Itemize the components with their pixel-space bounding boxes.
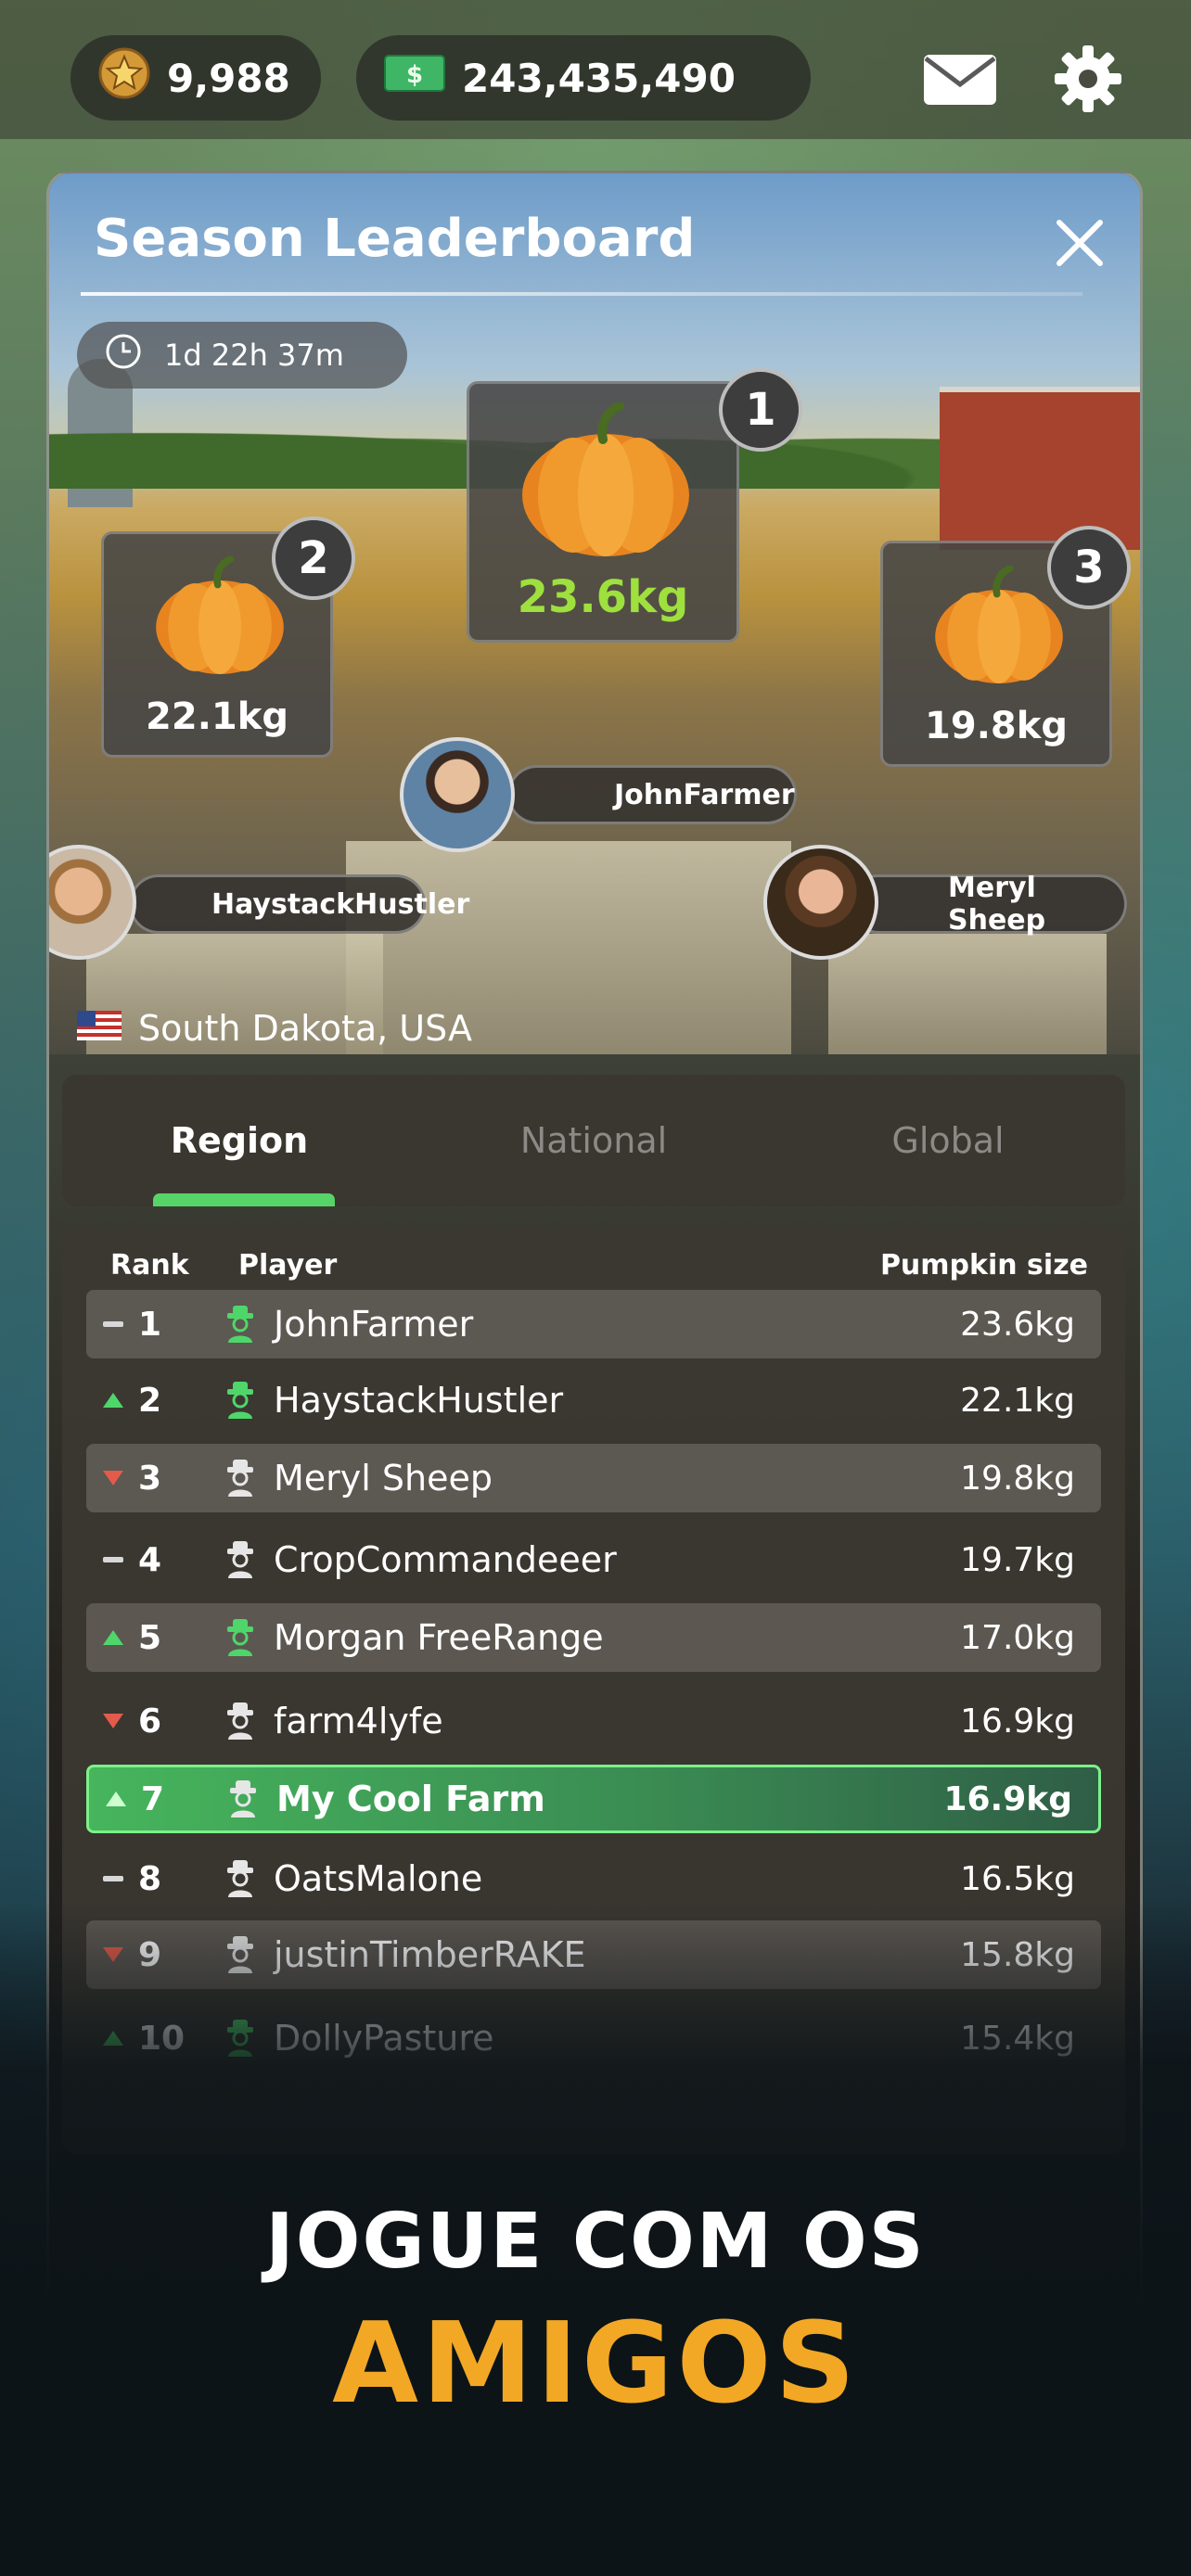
- active-tab-indicator: [153, 1193, 335, 1206]
- trend-same-icon: [101, 1876, 125, 1881]
- row-size: 23.6kg: [960, 1305, 1075, 1344]
- podium-weight: 22.1kg: [146, 695, 288, 738]
- pumpkin-icon: [522, 402, 689, 556]
- location-text: South Dakota, USA: [138, 1008, 472, 1049]
- farmer-icon: [222, 1619, 259, 1656]
- row-size: 16.9kg: [943, 1779, 1072, 1818]
- row-rank: 4: [138, 1540, 162, 1579]
- tab-label: National: [519, 1120, 668, 1161]
- farmer-icon: [222, 1702, 259, 1740]
- row-player: farm4lyfe: [274, 1701, 443, 1741]
- pumpkin-icon: [156, 556, 284, 674]
- page-title: Season Leaderboard: [94, 209, 696, 269]
- table-row[interactable]: 3 Meryl Sheep 19.8kg: [86, 1444, 1101, 1512]
- row-size: 17.0kg: [960, 1618, 1075, 1657]
- avatar[interactable]: [763, 845, 878, 960]
- coins-value: 9,988: [167, 55, 290, 101]
- scope-tabs: Region National Global: [62, 1075, 1125, 1206]
- podium-name-2[interactable]: HaystackHustler: [129, 874, 469, 934]
- header-rank: Rank: [110, 1249, 189, 1282]
- row-rank: 6: [138, 1702, 162, 1741]
- title-divider: [81, 292, 1082, 296]
- trend-down-icon: [101, 1471, 125, 1486]
- rank-badge-3: 3: [1047, 526, 1131, 609]
- pumpkin-icon: [935, 566, 1063, 683]
- row-player: My Cool Farm: [276, 1779, 545, 1819]
- row-player: Morgan FreeRange: [274, 1617, 604, 1658]
- promo-headline: JOGUE COM OS: [265, 2198, 926, 2286]
- trend-down-icon: [101, 1714, 125, 1728]
- farmer-icon: [222, 1460, 259, 1497]
- farmer-icon: [222, 1541, 259, 1578]
- tab-national[interactable]: National: [416, 1075, 771, 1206]
- rank-badge-2: 2: [272, 516, 355, 600]
- row-rank: 5: [138, 1618, 162, 1657]
- row-player: CropCommandeeer: [274, 1539, 617, 1580]
- close-icon[interactable]: [1047, 210, 1112, 275]
- header-player: Player: [238, 1249, 338, 1282]
- podium-player-name: HaystackHustler: [211, 887, 470, 921]
- trend-up-icon: [104, 1792, 128, 1806]
- svg-text:$: $: [406, 61, 423, 89]
- trend-up-icon: [101, 1630, 125, 1645]
- row-size: 16.9kg: [960, 1702, 1075, 1741]
- row-player: HaystackHustler: [274, 1380, 564, 1421]
- farmer-icon: [222, 1860, 259, 1897]
- tab-label: Region: [170, 1120, 309, 1161]
- timer-value: 1d 22h 37m: [164, 338, 344, 373]
- podium-player-name: JohnFarmer: [614, 778, 795, 811]
- podium-weight: 19.8kg: [925, 705, 1068, 747]
- podium-card-1[interactable]: 23.6kg: [467, 381, 739, 643]
- tab-global[interactable]: Global: [771, 1075, 1125, 1206]
- table-row[interactable]: 5 Morgan FreeRange 17.0kg: [86, 1603, 1101, 1672]
- dollar-bill-icon: $: [384, 55, 445, 101]
- star-coin-icon: [98, 47, 150, 108]
- row-size: 19.8kg: [960, 1459, 1075, 1498]
- podium-weight: 23.6kg: [517, 571, 689, 623]
- header-size: Pumpkin size: [879, 1249, 1088, 1282]
- table-row[interactable]: 4 CropCommandeeer 19.7kg: [86, 1525, 1101, 1594]
- row-rank: 1: [138, 1305, 162, 1344]
- table-row[interactable]: 2 HaystackHustler 22.1kg: [86, 1366, 1101, 1435]
- table-row[interactable]: 6 farm4lyfe 16.9kg: [86, 1687, 1101, 1755]
- top-hud: 9,988 $ 243,435,490: [0, 0, 1191, 139]
- row-rank: 7: [141, 1779, 165, 1818]
- mail-icon[interactable]: [918, 37, 1002, 121]
- podium-player-name: Meryl Sheep: [948, 872, 1046, 937]
- promo-subheadline: AMIGOS: [332, 2300, 859, 2429]
- row-player: OatsMalone: [274, 1858, 483, 1899]
- table-row[interactable]: 1 JohnFarmer 23.6kg: [86, 1290, 1101, 1358]
- tab-label: Global: [891, 1120, 1005, 1161]
- avatar[interactable]: [400, 737, 515, 852]
- farmer-icon: [222, 1382, 259, 1419]
- rank-badge-1: 1: [719, 368, 802, 452]
- us-flag-icon: [77, 1008, 122, 1049]
- season-timer: 1d 22h 37m: [77, 322, 407, 389]
- tab-region[interactable]: Region: [62, 1075, 416, 1206]
- barn-illustration: [940, 387, 1140, 550]
- row-rank: 8: [138, 1859, 162, 1898]
- cash-value: 243,435,490: [462, 55, 736, 101]
- row-size: 19.7kg: [960, 1540, 1075, 1579]
- farmer-icon: [224, 1780, 262, 1817]
- trend-same-icon: [101, 1321, 125, 1327]
- gear-icon[interactable]: [1046, 37, 1130, 121]
- row-player: Meryl Sheep: [274, 1458, 493, 1498]
- row-player: JohnFarmer: [274, 1304, 474, 1345]
- clock-icon: [105, 333, 142, 377]
- row-rank: 3: [138, 1459, 162, 1498]
- coins-counter[interactable]: 9,988: [70, 35, 321, 121]
- farmer-icon: [222, 1306, 259, 1343]
- trend-up-icon: [101, 1393, 125, 1408]
- trend-same-icon: [101, 1557, 125, 1562]
- row-rank: 2: [138, 1381, 162, 1420]
- podium-scene: Season Leaderboard 1d 22h 37m 23.6kg 1 2…: [49, 173, 1140, 1054]
- cash-counter[interactable]: $ 243,435,490: [356, 35, 811, 121]
- podium-name-1[interactable]: JohnFarmer: [507, 765, 797, 824]
- row-size: 16.5kg: [960, 1859, 1075, 1898]
- podium-name-3[interactable]: Meryl Sheep: [849, 872, 1127, 937]
- row-size: 22.1kg: [960, 1381, 1075, 1420]
- location-label: South Dakota, USA: [77, 1008, 472, 1049]
- table-row[interactable]: 7 My Cool Farm 16.9kg: [86, 1765, 1101, 1833]
